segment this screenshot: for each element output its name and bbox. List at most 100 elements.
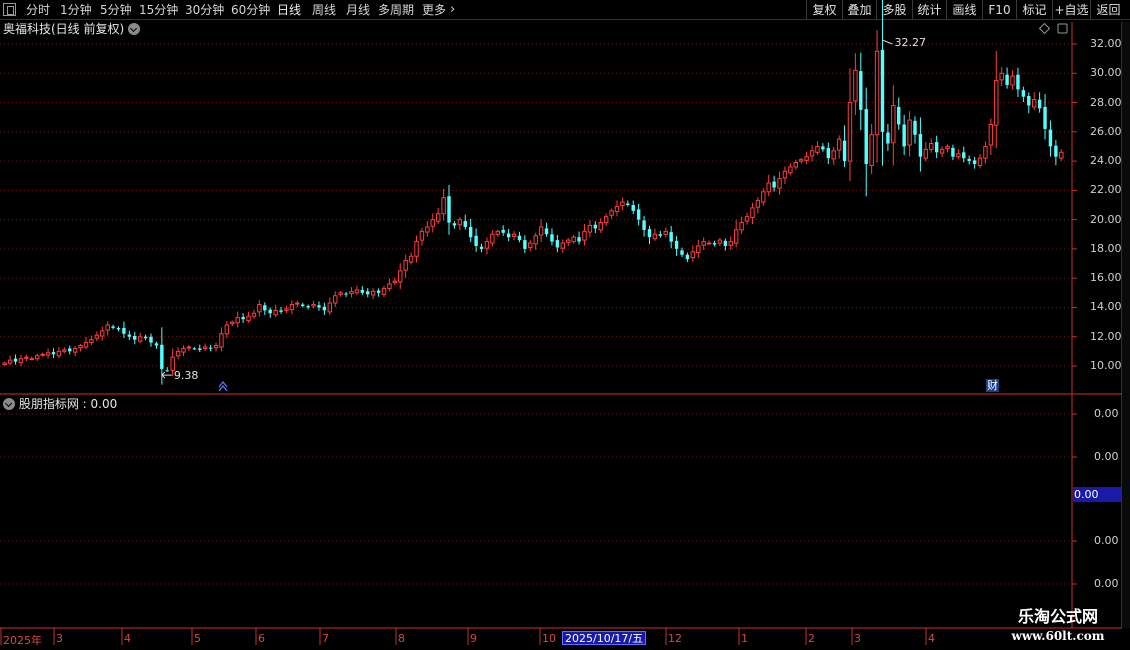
candle-body bbox=[479, 246, 484, 249]
stock-name-label: 奥福科技(日线 前复权) bbox=[3, 22, 125, 36]
f10-button[interactable]: F10 bbox=[982, 0, 1016, 20]
candle-body bbox=[435, 213, 441, 222]
candle-body bbox=[279, 310, 283, 312]
side-strip bbox=[1122, 22, 1130, 628]
period-weekly[interactable]: 周线 bbox=[312, 2, 336, 18]
candle-body bbox=[891, 104, 896, 144]
candle-body bbox=[799, 159, 804, 162]
candle-body bbox=[116, 327, 121, 330]
candle-body bbox=[241, 316, 245, 320]
candle-body bbox=[192, 348, 197, 350]
period-15min[interactable]: 15分钟 bbox=[139, 2, 178, 18]
candle-body bbox=[836, 138, 842, 151]
signal-up-arrow-icon bbox=[218, 381, 228, 392]
period-multi[interactable]: 多周期 bbox=[378, 2, 414, 18]
candle-body bbox=[317, 305, 321, 308]
more-chevron-icon[interactable]: › bbox=[450, 2, 455, 18]
candle-body bbox=[528, 242, 533, 248]
candle-body bbox=[1054, 145, 1058, 157]
candle-body bbox=[620, 201, 625, 207]
candle-body bbox=[1005, 74, 1009, 85]
candle-body bbox=[1021, 90, 1026, 97]
period-toolbar: 分时 1分钟 5分钟 15分钟 30分钟 60分钟 日线 周线 月线 多周期 更… bbox=[0, 0, 1130, 20]
candle-body bbox=[972, 160, 977, 165]
time-tick-label: 6 bbox=[258, 632, 265, 645]
period-1min[interactable]: 1分钟 bbox=[60, 2, 92, 18]
candle-body bbox=[809, 150, 815, 157]
candle-body bbox=[219, 333, 224, 348]
price-tick-label: 20.00 bbox=[1090, 212, 1122, 226]
candle-body bbox=[40, 353, 45, 356]
period-5min[interactable]: 5分钟 bbox=[100, 2, 132, 18]
candle-body bbox=[842, 140, 847, 162]
candle-body bbox=[370, 290, 376, 296]
period-more[interactable]: 更多 bbox=[422, 2, 446, 18]
candle-body bbox=[939, 148, 945, 154]
candle-body bbox=[685, 254, 690, 260]
period-fenshi[interactable]: 分时 bbox=[26, 2, 50, 18]
draw-line-button[interactable]: 画线 bbox=[946, 0, 982, 20]
candle-body bbox=[636, 209, 641, 220]
candle-body bbox=[447, 196, 451, 223]
candle-body bbox=[550, 234, 554, 242]
candle-body bbox=[62, 349, 67, 352]
chevron-down-icon[interactable] bbox=[128, 23, 141, 35]
candle-body bbox=[360, 289, 365, 293]
candle-body bbox=[994, 80, 999, 126]
candle-body bbox=[804, 156, 809, 161]
candle-body bbox=[977, 157, 983, 166]
candle-body bbox=[165, 370, 169, 372]
candle-body bbox=[988, 124, 994, 146]
candle-body bbox=[766, 182, 771, 193]
candle-body bbox=[593, 224, 598, 229]
chevron-down-icon[interactable] bbox=[3, 398, 15, 410]
price-tick-label: 26.00 bbox=[1090, 124, 1122, 138]
candle-body bbox=[452, 223, 457, 226]
overlay-button[interactable]: 叠加 bbox=[842, 0, 876, 20]
candle-body bbox=[89, 339, 94, 344]
candle-body bbox=[663, 230, 668, 235]
period-monthly[interactable]: 月线 bbox=[346, 2, 370, 18]
candle-body bbox=[1016, 74, 1020, 90]
candle-body bbox=[712, 243, 717, 245]
candle-body bbox=[739, 222, 744, 231]
candle-body bbox=[555, 240, 560, 248]
candle-body bbox=[793, 162, 798, 168]
period-daily[interactable]: 日线 bbox=[277, 2, 301, 18]
candle-body bbox=[815, 145, 820, 153]
candle-body bbox=[463, 221, 467, 227]
candle-body bbox=[897, 106, 901, 125]
candle-body bbox=[538, 226, 544, 236]
candle-body bbox=[652, 233, 658, 240]
candle-body bbox=[366, 291, 370, 295]
candle-body bbox=[560, 242, 566, 249]
candle-body bbox=[744, 216, 750, 222]
price-tick-label: 16.00 bbox=[1090, 271, 1122, 285]
period-30min[interactable]: 30分钟 bbox=[185, 2, 224, 18]
add-watchlist-button[interactable]: +自选 bbox=[1052, 0, 1090, 20]
period-60min[interactable]: 60分钟 bbox=[231, 2, 270, 18]
time-tick-label: 4 bbox=[124, 632, 131, 645]
candle-body bbox=[181, 347, 186, 353]
candle-body bbox=[723, 240, 728, 246]
candle-body bbox=[647, 229, 652, 238]
finance-badge[interactable]: 财 bbox=[986, 379, 999, 392]
mark-button[interactable]: 标记 bbox=[1016, 0, 1052, 20]
candle-body bbox=[886, 132, 890, 144]
candle-body bbox=[669, 232, 673, 242]
indicator-tick-label: 0.00 bbox=[1094, 450, 1119, 463]
candle-body bbox=[859, 71, 863, 110]
candle-body bbox=[35, 355, 40, 360]
fuquan-button[interactable]: 复权 bbox=[806, 0, 842, 20]
candle-body bbox=[160, 344, 164, 369]
candle-body bbox=[902, 124, 906, 147]
price-tick-label: 28.00 bbox=[1090, 95, 1122, 109]
candle-body bbox=[533, 235, 538, 245]
window-toggle-icon[interactable] bbox=[3, 3, 16, 16]
candle-body bbox=[1043, 106, 1047, 129]
multi-stock-button[interactable]: 多股 bbox=[876, 0, 912, 20]
candle-body bbox=[338, 292, 343, 295]
back-button[interactable]: 返回 bbox=[1090, 0, 1126, 20]
price-tick-label: 18.00 bbox=[1090, 241, 1122, 255]
stats-button[interactable]: 统计 bbox=[912, 0, 946, 20]
